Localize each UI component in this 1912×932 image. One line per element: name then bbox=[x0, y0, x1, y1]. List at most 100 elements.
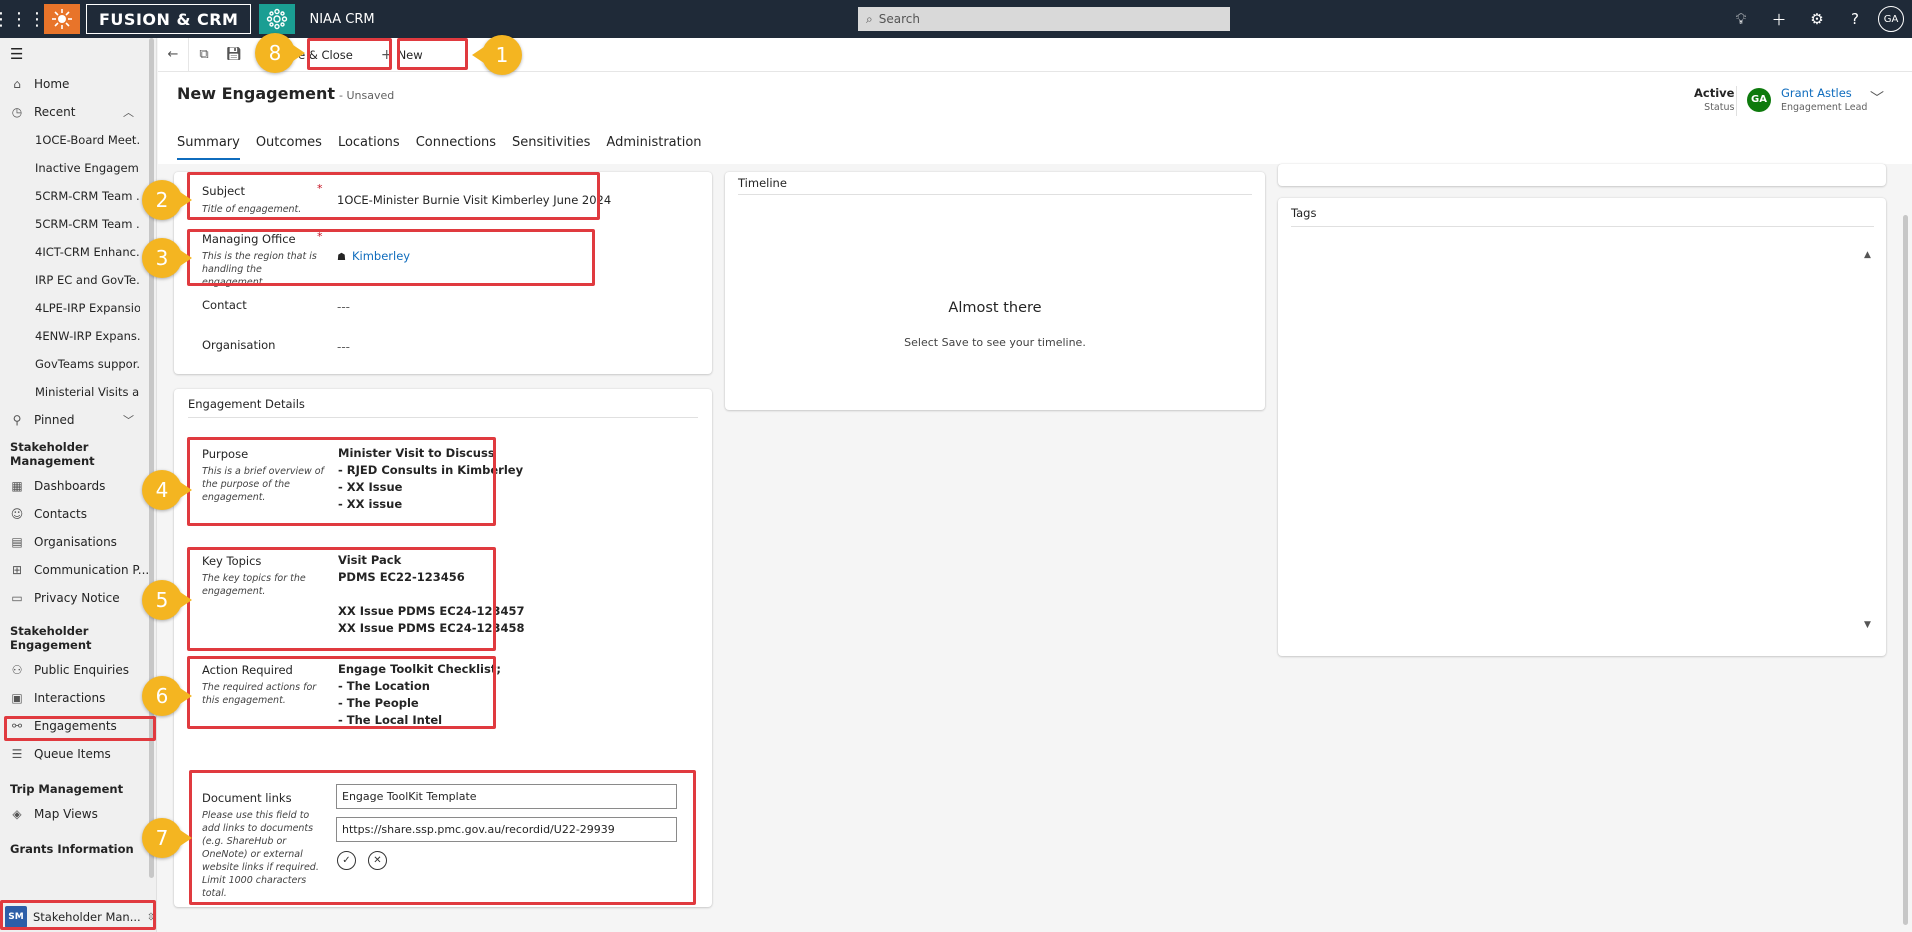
chevron-down-icon[interactable]: ﹀ bbox=[1870, 88, 1884, 108]
divider bbox=[1736, 86, 1737, 116]
recent-item[interactable]: GovTeams suppor... bbox=[0, 350, 140, 378]
form-tabs: Summary Outcomes Locations Connections S… bbox=[177, 135, 718, 160]
related-section bbox=[1278, 164, 1886, 186]
sidebar-item-privacy-notice[interactable]: ▭ Privacy Notice bbox=[0, 584, 156, 612]
owner-name-link[interactable]: Grant Astles bbox=[1781, 86, 1867, 100]
sidebar-item-interactions[interactable]: ▣ Interactions bbox=[0, 684, 156, 712]
sidebar-scrollbar[interactable] bbox=[149, 38, 154, 878]
annotation-box-engagements bbox=[4, 716, 156, 741]
recent-item[interactable]: 4ENW-IRP Expans... bbox=[0, 322, 140, 350]
callout-1: 1 bbox=[472, 35, 522, 75]
timeline-empty-heading: Almost there bbox=[948, 300, 1042, 316]
annotation-box-purpose bbox=[187, 437, 496, 526]
queue-icon: ☰ bbox=[11, 747, 23, 761]
organisation-lookup[interactable]: --- bbox=[337, 340, 350, 354]
page-title: New Engagement - Unsaved bbox=[177, 84, 394, 103]
app-launcher-icon[interactable]: ⋮⋮⋮ bbox=[0, 0, 46, 38]
scroll-up-icon[interactable]: ▲ bbox=[1864, 250, 1871, 260]
sidebar-group-stakeholder-management: Stakeholder Management bbox=[10, 440, 95, 468]
sidebar-item-organisations[interactable]: ▤ Organisations bbox=[0, 528, 156, 556]
tab-locations[interactable]: Locations bbox=[338, 135, 400, 160]
section-title: Engagement Details bbox=[188, 397, 305, 411]
sidebar-item-label: Dashboards bbox=[34, 479, 106, 493]
scroll-down-icon[interactable]: ▼ bbox=[1864, 620, 1871, 630]
brand-title[interactable]: FUSION & CRM bbox=[86, 4, 252, 34]
lightbulb-icon[interactable]: 💡︎ bbox=[1722, 0, 1760, 38]
dashboard-icon: ▦ bbox=[11, 479, 23, 493]
recent-item[interactable]: IRP EC and GovTe... bbox=[0, 266, 140, 294]
recent-item[interactable]: 1OCE-Board Meet... bbox=[0, 126, 140, 154]
recent-item[interactable]: 5CRM-CRM Team ... bbox=[0, 182, 140, 210]
sidebar-item-pinned[interactable]: ⚲ Pinned ﹀ bbox=[0, 406, 156, 434]
sidebar-item-dashboards[interactable]: ▦ Dashboards bbox=[0, 472, 156, 500]
owner-field: GA Grant Astles Engagement Lead bbox=[1747, 86, 1867, 113]
recent-item[interactable]: Inactive Engagem... bbox=[0, 154, 140, 182]
timeline-empty-text: Select Save to see your timeline. bbox=[904, 336, 1086, 349]
sidebar-group-stakeholder-engagement: Stakeholder Engagement bbox=[10, 624, 92, 652]
recent-item[interactable]: 4ICT-CRM Enhanc... bbox=[0, 238, 140, 266]
sidebar-item-label: Organisations bbox=[34, 535, 117, 549]
person-icon: ☺ bbox=[10, 507, 24, 521]
tags-section: Tags ▲ ▼ bbox=[1278, 198, 1886, 656]
unsaved-indicator: - Unsaved bbox=[339, 89, 395, 102]
clock-icon: ◷ bbox=[11, 105, 23, 119]
sidebar-item-home[interactable]: ⌂ Home bbox=[0, 70, 156, 98]
sidebar-item-label: Privacy Notice bbox=[34, 591, 120, 605]
recent-item[interactable]: Ministerial Visits a... bbox=[0, 378, 140, 406]
owner-role: Engagement Lead bbox=[1781, 102, 1868, 113]
content-scrollbar[interactable] bbox=[1903, 215, 1908, 925]
app-name[interactable]: NIAA CRM bbox=[309, 12, 374, 27]
timeline-section: Timeline Almost there Select Save to see… bbox=[725, 172, 1265, 410]
callout-4: 4 bbox=[142, 470, 192, 510]
sidebar-item-communication[interactable]: ⊞ Communication P... bbox=[0, 556, 156, 584]
hamburger-menu-icon[interactable]: ☰ bbox=[0, 38, 156, 70]
sidebar-item-public-enquiries[interactable]: ⚇ Public Enquiries bbox=[0, 656, 156, 684]
tab-summary[interactable]: Summary bbox=[177, 135, 240, 160]
people-icon: ⚇ bbox=[11, 663, 23, 677]
sidebar-item-recent[interactable]: ◷ Recent ︿ bbox=[0, 98, 156, 126]
layers-icon: ◈ bbox=[12, 807, 22, 821]
save-icon[interactable]: 💾︎ bbox=[219, 38, 249, 72]
sidebar-item-label: Recent bbox=[34, 105, 76, 119]
user-avatar[interactable]: GA bbox=[1878, 6, 1904, 32]
callout-2: 2 bbox=[142, 180, 192, 220]
search-icon: ⌕ bbox=[866, 11, 873, 26]
plus-icon[interactable]: ＋ bbox=[1760, 0, 1798, 38]
timeline-title: Timeline bbox=[738, 176, 787, 190]
recent-item[interactable]: 4LPE-IRP Expansio... bbox=[0, 294, 140, 322]
status-value: Active bbox=[1694, 86, 1735, 100]
tab-outcomes[interactable]: Outcomes bbox=[256, 135, 322, 160]
niaa-logo-icon bbox=[259, 4, 296, 34]
form-header: New Engagement - Unsaved Active Status GA… bbox=[158, 72, 1912, 164]
callout-7: 7 bbox=[142, 818, 192, 858]
sidebar-item-contacts[interactable]: ☺ Contacts bbox=[0, 500, 156, 528]
record-title: New Engagement bbox=[177, 84, 336, 103]
sun-logo-icon bbox=[44, 4, 80, 34]
tab-administration[interactable]: Administration bbox=[606, 135, 701, 160]
help-icon[interactable]: ? bbox=[1836, 0, 1874, 38]
chevron-up-icon[interactable]: ︿ bbox=[123, 104, 134, 120]
divider bbox=[738, 194, 1252, 195]
sidebar-item-queue-items[interactable]: ☰ Queue Items bbox=[0, 740, 156, 768]
sidebar-group-trip-management: Trip Management bbox=[10, 782, 124, 796]
back-arrow-icon[interactable]: ← bbox=[158, 38, 188, 72]
tags-title: Tags bbox=[1291, 206, 1317, 220]
clipboard-icon: ▣ bbox=[11, 691, 23, 705]
owner-avatar: GA bbox=[1747, 87, 1771, 112]
global-search-input[interactable]: ⌕ Search bbox=[858, 7, 1230, 31]
gear-icon[interactable]: ⚙ bbox=[1798, 0, 1836, 38]
annotation-box-new bbox=[397, 38, 468, 70]
status-field: Active Status bbox=[1694, 86, 1734, 113]
popout-icon[interactable]: ⧉ bbox=[189, 38, 219, 72]
sidebar-item-map-views[interactable]: ◈ Map Views bbox=[0, 800, 156, 828]
recent-item[interactable]: 5CRM-CRM Team ... bbox=[0, 210, 140, 238]
callout-5: 5 bbox=[142, 580, 192, 620]
tab-sensitivities[interactable]: Sensitivities bbox=[512, 135, 590, 160]
top-actions: 💡︎ ＋ ⚙ ? GA bbox=[1722, 0, 1912, 38]
contact-lookup[interactable]: --- bbox=[337, 300, 350, 314]
chevron-down-icon[interactable]: ﹀ bbox=[123, 412, 134, 428]
tab-connections[interactable]: Connections bbox=[416, 135, 496, 160]
sidebar-group-grants-information: Grants Information bbox=[10, 842, 134, 856]
divider bbox=[188, 417, 698, 418]
sidebar-item-label: Contacts bbox=[34, 507, 87, 521]
